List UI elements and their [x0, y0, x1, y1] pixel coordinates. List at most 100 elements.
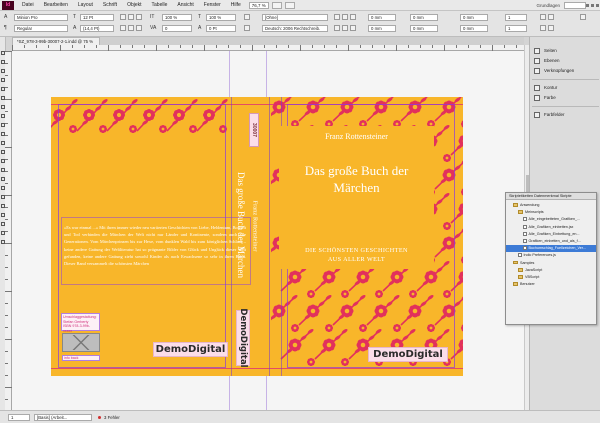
underline-button[interactable] [120, 25, 126, 31]
justify-all-button[interactable] [350, 25, 356, 31]
justify-center-button[interactable] [342, 25, 348, 31]
strikethrough-button[interactable] [128, 25, 134, 31]
language-select[interactable]: Deutsch: 2006 Rechtschreib. [262, 25, 328, 32]
subscript-button[interactable] [136, 25, 142, 31]
maximize-icon[interactable] [591, 3, 594, 7]
script-file-row[interactable]: Buchumschlag_Fuellzeichen_Ver... [506, 245, 596, 252]
space-after-field[interactable]: 0 mm [460, 25, 488, 32]
spine-logo-box[interactable]: DemoDigital [236, 308, 250, 368]
script-folder-row[interactable]: Benutzer [506, 281, 596, 288]
script-file-row[interactable]: Grafiken_einbetten_und_als_f... [506, 238, 596, 245]
menu-schrift[interactable]: Schrift [98, 2, 122, 8]
text-stroke-icon[interactable] [244, 25, 250, 31]
screen-mode-button[interactable] [271, 1, 282, 9]
script-folder-row[interactable]: JavaScript [506, 267, 596, 274]
menu-hilfe[interactable]: Hilfe [226, 2, 246, 8]
menu-fenster[interactable]: Fenster [199, 2, 226, 8]
close-icon[interactable] [596, 3, 599, 7]
shading-button[interactable] [548, 25, 554, 31]
minimize-icon[interactable] [586, 3, 589, 7]
front-subtitle-line2[interactable]: AUS ALLER WELT [280, 256, 433, 263]
script-file-row[interactable]: Alle_Grafiken_einbetten.jsx [506, 224, 596, 231]
back-cover-blurb[interactable]: »Es war einmal ...« Mit ihren immer wied… [64, 224, 246, 267]
dock-stroke[interactable]: Kontur [532, 83, 599, 92]
menu-tabelle[interactable]: Tabelle [147, 2, 173, 8]
preflight-profile-field[interactable]: [Basis] (Arbeit... [34, 414, 92, 421]
bullets-button[interactable] [540, 14, 546, 20]
page-number-field[interactable]: 1 [8, 414, 30, 421]
horizontal-scale-field[interactable]: 100 % [206, 14, 236, 21]
menu-objekt[interactable]: Objekt [122, 2, 146, 8]
spine-author-frame[interactable]: Franz Rottensteiner [249, 152, 261, 300]
drop-cap-lines-field[interactable]: 1 [505, 14, 527, 21]
script-file-row[interactable]: Indic Preferences.js [506, 252, 596, 259]
align-left-button[interactable] [334, 14, 340, 20]
baseline-shift-field[interactable]: 0 Pt [206, 25, 236, 32]
dock-pages[interactable]: Seiten [532, 46, 599, 55]
menu-ansicht[interactable]: Ansicht [172, 2, 198, 8]
align-center-button[interactable] [342, 14, 348, 20]
script-folder-row[interactable]: Samples [506, 260, 596, 267]
preflight-errors[interactable]: 3 Fehler [104, 415, 120, 420]
first-line-indent-field[interactable]: 0 mm [410, 14, 438, 21]
left-indent-field[interactable]: 0 mm [368, 14, 396, 21]
script-folder-row[interactable]: Meinscripts [506, 209, 596, 216]
font-size-field[interactable]: 12 Pt [80, 14, 114, 21]
arrange-documents-button[interactable] [284, 1, 295, 9]
font-family-select[interactable]: Minion Pro [14, 14, 68, 21]
front-title-line2[interactable]: Märchen [280, 180, 433, 195]
ruler-tick [5, 159, 8, 160]
small-caps-button[interactable] [128, 14, 134, 20]
leading-field[interactable]: (14,4 Pt) [80, 25, 114, 32]
script-folder-row[interactable]: Anwendung [506, 202, 596, 209]
zoom-level-field[interactable]: 76,7 % [248, 1, 269, 9]
front-author[interactable]: Franz Rottensteiner [280, 132, 433, 141]
last-line-indent-field[interactable]: 0 mm [410, 25, 438, 32]
imprint-frame[interactable]: Umschlaggestaltung: Stefan Gerberty ISBN… [61, 313, 100, 333]
spine-title-frame[interactable]: Das große Buch der Märchen [232, 151, 250, 299]
help-search-input[interactable] [564, 1, 586, 9]
vertical-ruler[interactable] [5, 51, 12, 410]
front-title-line1[interactable]: Das große Buch der [280, 163, 433, 178]
menu-datei[interactable]: Datei [17, 2, 39, 8]
all-caps-button[interactable] [120, 14, 126, 20]
span-columns-button[interactable] [540, 25, 546, 31]
columns-field[interactable]: 1 [505, 25, 527, 32]
menu-bearbeiten[interactable]: Bearbeiten [39, 2, 73, 8]
panel-menu-icon[interactable] [580, 14, 586, 20]
spine-logo: DemoDigital [238, 308, 248, 368]
document-tab[interactable]: *SZ_978-3-99b-30007-2-1.indd @ 75 % [12, 37, 101, 45]
workspace-switcher[interactable]: Grundlagen [536, 3, 560, 8]
dock-layers[interactable]: Ebenen [532, 56, 599, 65]
barcode-placeholder[interactable] [62, 333, 100, 352]
superscript-button[interactable] [136, 14, 142, 20]
paragraph-mode-icon[interactable]: ¶ [4, 25, 7, 31]
scripts-panel[interactable]: Skriptetiketten Datenmerkmal Skripte Anw… [505, 192, 597, 325]
vertical-scale-field[interactable]: 100 % [162, 14, 192, 21]
right-indent-field[interactable]: 0 mm [368, 25, 396, 32]
text-fill-icon[interactable] [244, 14, 250, 20]
menu-layout[interactable]: Layout [73, 2, 98, 8]
front-subtitle-line1[interactable]: DIE SCHÖNSTEN GESCHICHTEN [280, 247, 433, 254]
script-file-row[interactable]: Alle_eingebetteten_Grafiken_... [506, 216, 596, 223]
dock-links[interactable]: Verknüpfungen [532, 66, 599, 75]
align-right-button[interactable] [350, 14, 356, 20]
justify-left-button[interactable] [334, 25, 340, 31]
back-publisher-logo[interactable]: DemoDigital [153, 342, 228, 357]
barcode-label[interactable]: info back [62, 355, 100, 361]
front-title-frame[interactable]: Franz Rottensteiner Das große Buch der M… [279, 126, 434, 269]
dock-color[interactable]: Farbe [532, 93, 599, 102]
script-file-row[interactable]: Alle_Grafiken_Einbettung_en... [506, 231, 596, 238]
book-cover-spread[interactable]: Franz Rottensteiner Das große Buch der M… [51, 97, 463, 376]
scripts-panel-tabs[interactable]: Skriptetiketten Datenmerkmal Skripte [506, 193, 596, 200]
dock-swatches[interactable]: Farbfelder [532, 110, 599, 119]
character-mode-icon[interactable]: A [4, 14, 7, 20]
script-folder-row[interactable]: VBScript [506, 274, 596, 281]
front-publisher-logo[interactable]: DemoDigital [368, 347, 448, 362]
space-before-field[interactable]: 0 mm [460, 14, 488, 21]
spine-number-box[interactable]: 30007 [249, 113, 259, 147]
font-style-select[interactable]: Regular [14, 25, 68, 32]
character-style-select[interactable]: [Ohne] [262, 14, 328, 21]
kerning-field[interactable]: 0 [162, 25, 192, 32]
numbering-button[interactable] [548, 14, 554, 20]
